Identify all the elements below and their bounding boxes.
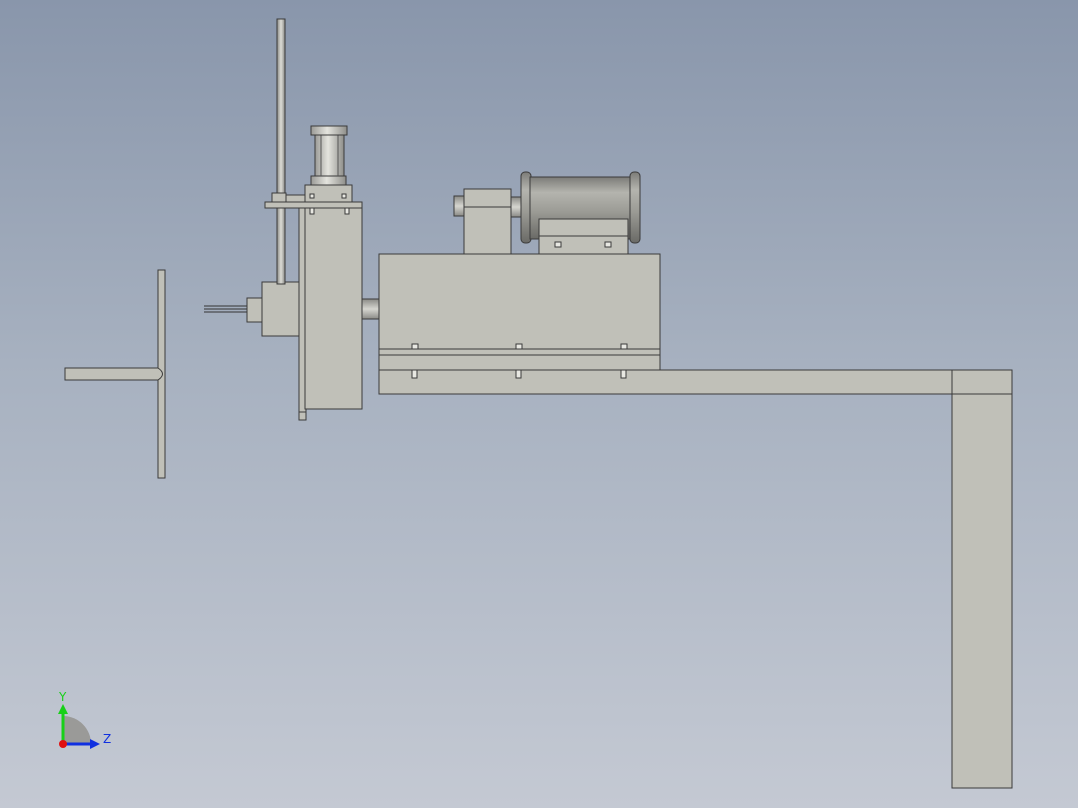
motor-front-flange	[629, 171, 641, 244]
bolt	[620, 343, 628, 350]
spindle-housing-body[interactable]	[378, 253, 661, 371]
cylinder-rod[interactable]	[276, 18, 286, 285]
z-axis-arrowhead	[90, 739, 100, 749]
triad-quadrant	[63, 716, 91, 744]
coordinate-triad: Y Z	[58, 690, 111, 749]
bolt	[344, 207, 350, 215]
handwheel-handle[interactable]	[64, 367, 163, 381]
bolt	[604, 241, 612, 248]
bolt	[620, 369, 627, 379]
support-leg[interactable]	[951, 369, 1013, 789]
y-axis-arrowhead	[58, 704, 68, 714]
y-axis-label: Y	[58, 690, 67, 704]
cylinder-bottom-cap	[310, 175, 347, 186]
cad-viewport[interactable]: Y Z	[0, 0, 1078, 808]
bolt	[309, 193, 315, 199]
assembly-model[interactable]	[64, 18, 1013, 789]
bracket-arm	[285, 194, 307, 203]
bolt	[515, 369, 522, 379]
reducer-coupling	[510, 196, 522, 218]
bracket-clamp	[271, 192, 287, 203]
x-axis-dot	[59, 740, 67, 748]
cylinder-bracket[interactable]	[264, 201, 363, 209]
motor[interactable]	[520, 171, 641, 255]
lead-screw-nut[interactable]	[246, 297, 264, 323]
spindle-shaft[interactable]	[361, 298, 381, 320]
cylinder-barrel[interactable]	[314, 133, 345, 177]
spindle-housing[interactable]	[378, 253, 661, 371]
base-beam[interactable]	[378, 369, 1013, 395]
handwheel[interactable]	[64, 269, 166, 479]
slide-plate-body[interactable]	[304, 202, 363, 410]
vertical-slide-plate[interactable]	[298, 202, 363, 421]
gear-reducer[interactable]	[453, 188, 522, 255]
reducer-input-shaft[interactable]	[453, 195, 466, 217]
bolt	[411, 369, 418, 379]
reducer-body[interactable]	[463, 188, 512, 255]
bolt	[411, 343, 419, 350]
bolt	[309, 207, 315, 215]
base-beam-body[interactable]	[378, 369, 1013, 395]
bolt	[341, 193, 347, 199]
cable-bundle	[204, 305, 248, 313]
z-axis-label: Z	[103, 732, 111, 746]
slide-plate-foot	[298, 411, 307, 421]
bolt	[554, 241, 562, 248]
bolt	[515, 343, 523, 350]
support-leg-body[interactable]	[951, 369, 1013, 789]
cylinder-top-cap	[310, 125, 348, 136]
